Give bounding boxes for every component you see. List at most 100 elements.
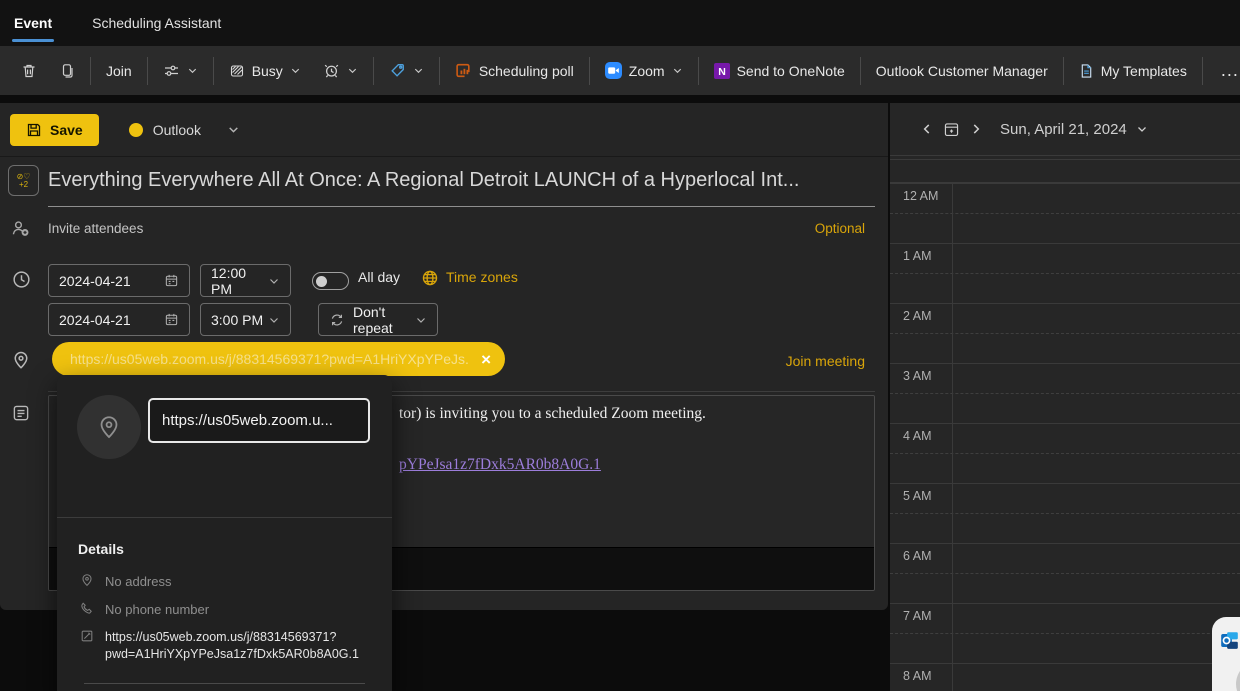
mini-calendar-icon [164,273,179,288]
title-underline [48,206,875,207]
toolbar-divider [589,57,590,85]
end-date-input[interactable]: 2024-04-21 [48,303,190,336]
meeting-options-button[interactable] [152,54,209,88]
day-view-date-label[interactable]: Sun, April 21, 2024 [1000,121,1127,138]
all-day-toggle[interactable] [312,272,349,290]
toolbar-divider [698,57,699,85]
time-slot-row[interactable]: 8 AM [890,663,1240,691]
my-templates-icon [1079,63,1094,79]
time-zones-link[interactable]: Time zones [446,269,518,285]
show-as-busy-dropdown[interactable]: Busy [218,54,312,88]
busy-label: Busy [252,63,283,79]
location-search-input[interactable]: https://us05web.zoom.u... [148,398,370,443]
chevron-down-icon [413,65,424,76]
globe-icon [421,269,439,287]
my-templates-label: My Templates [1101,63,1187,79]
save-floppy-icon [26,122,42,138]
start-time-value: 12:00 PM [211,265,268,297]
sliders-icon [163,63,180,79]
toolbar-divider [213,57,214,85]
time-slot-row[interactable]: 12 AM [890,183,1240,243]
send-to-onenote-label: Send to OneNote [737,63,845,79]
toolbar-divider [147,57,148,85]
time-slot-row[interactable]: 1 AM [890,243,1240,303]
end-date-value: 2024-04-21 [59,312,131,328]
outlook-customer-manager-button[interactable]: Outlook Customer Manager [865,54,1059,88]
start-date-value: 2024-04-21 [59,273,131,289]
alarm-clock-icon [323,62,340,79]
time-slot-row[interactable]: 4 AM [890,423,1240,483]
go-to-today-icon[interactable] [943,121,960,138]
join-meeting-link[interactable]: Join meeting [786,353,865,369]
time-slot-row[interactable]: 7 AM [890,603,1240,663]
end-time-input[interactable]: 3:00 PM [200,303,291,336]
time-slot-row[interactable]: 5 AM [890,483,1240,543]
hour-label: 8 AM [903,669,932,683]
zoom-addin-dropdown[interactable]: Zoom [594,54,694,88]
end-time-value: 3:00 PM [211,312,263,328]
categorize-dropdown[interactable] [378,54,435,88]
calendar-color-dot [129,123,143,137]
description-icon [11,403,31,423]
popup-url-line1: https://us05web.zoom.us/j/88314569371? [105,629,359,646]
day-view-header: Sun, April 21, 2024 [890,103,1240,156]
calendar-picker-dropdown[interactable]: Outlook [129,122,240,138]
copy-icon [59,63,75,79]
all-day-label: All day [358,269,400,285]
toolbar-divider [90,57,91,85]
chevron-down-icon [268,275,280,287]
repeat-dropdown[interactable]: Don't repeat [318,303,438,336]
no-address-text: No address [105,574,171,589]
emoji-box-glyphs-row2: +2 [19,181,28,189]
toolbar-divider [1202,57,1203,85]
onenote-icon: N [714,63,730,79]
toolbar-divider [860,57,861,85]
edit-url-icon [80,629,94,643]
toolbar-overflow-button[interactable]: ... [1207,54,1240,88]
teaching-callout-card[interactable] [1212,617,1240,691]
clock-icon [11,269,32,290]
invite-attendees-field[interactable]: Invite attendees [48,221,143,236]
day-time-grid: 12 AM 1 AM 2 AM 3 AM 4 AM 5 AM 6 AM 7 AM… [890,183,1240,691]
day-view-panel: Sun, April 21, 2024 12 AM 1 AM 2 AM 3 AM… [890,103,1240,691]
event-toolbar: Join Busy [0,46,1240,95]
tab-event[interactable]: Event [8,0,58,46]
time-slot-row[interactable]: 6 AM [890,543,1240,603]
remove-location-icon[interactable]: × [481,351,491,368]
description-visible-text: tor) is inviting you to a scheduled Zoom… [399,405,706,423]
no-phone-text: No phone number [105,602,209,617]
copy-button[interactable] [48,54,86,88]
repeat-icon [329,312,345,328]
time-slot-row[interactable]: 3 AM [890,363,1240,423]
tab-scheduling-assistant[interactable]: Scheduling Assistant [86,0,227,46]
hour-label: 12 AM [903,189,938,203]
send-to-onenote-button[interactable]: N Send to OneNote [703,54,856,88]
my-templates-button[interactable]: My Templates [1068,54,1198,88]
scheduling-poll-button[interactable]: Scheduling poll [444,54,585,88]
ribbon-tab-bar: Event Scheduling Assistant [0,0,1240,46]
time-slot-row[interactable]: 2 AM [890,303,1240,363]
event-title-input[interactable]: Everything Everywhere All At Once: A Reg… [48,169,860,192]
location-chip[interactable]: https://us05web.zoom.us/j/88314569371?pw… [52,342,505,376]
start-time-input[interactable]: 12:00 PM [200,264,291,297]
delete-button[interactable] [10,54,48,88]
join-button[interactable]: Join [95,54,143,88]
location-avatar [77,395,141,459]
description-zoom-link[interactable]: pYPeJsa1z7fDxk5AR0b8A0G.1 [399,456,601,474]
overflow-label: ... [1221,60,1239,81]
all-day-events-row[interactable] [890,159,1240,183]
next-day-button[interactable] [969,122,983,136]
toggle-knob [316,276,327,287]
popup-divider [84,683,365,684]
previous-day-button[interactable] [920,122,934,136]
optional-attendees-link[interactable]: Optional [815,221,865,236]
hour-label: 2 AM [903,309,932,323]
save-button[interactable]: Save [10,114,99,146]
zoom-app-icon [605,62,622,79]
save-row: Save Outlook [0,103,888,157]
popup-meeting-url[interactable]: https://us05web.zoom.us/j/88314569371? p… [105,629,359,663]
time-gutter-divider [952,183,953,691]
start-date-input[interactable]: 2024-04-21 [48,264,190,297]
emoji-category-picker-button[interactable]: ⊘♡ +2 [8,165,39,196]
reminder-dropdown[interactable] [312,54,369,88]
